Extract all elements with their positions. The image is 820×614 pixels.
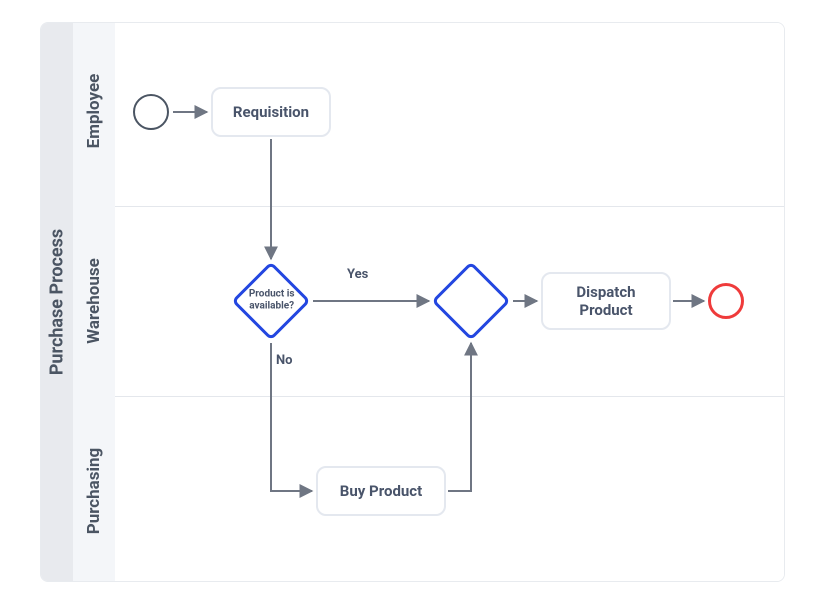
lane-divider [115, 206, 784, 207]
task-label: Dispatch Product [551, 283, 661, 319]
lane-label-purchasing: Purchasing [84, 448, 104, 535]
lane-label-warehouse: Warehouse [84, 258, 104, 344]
task-dispatch-product: Dispatch Product [541, 272, 671, 330]
pool-label-column: Purchase Process [41, 23, 73, 581]
edge-label-no: No [276, 353, 293, 368]
end-event [708, 283, 744, 319]
start-event [133, 94, 169, 130]
lane-label-column: Employee Warehouse Purchasing [73, 23, 115, 581]
task-label: Requisition [233, 103, 309, 121]
lane-label-employee: Employee [84, 74, 104, 149]
lane-divider [115, 396, 784, 397]
pool-title: Purchase Process [47, 229, 68, 375]
bpmn-diagram: Purchase Process Employee Warehouse Purc… [40, 22, 785, 582]
edge-label-yes: Yes [347, 267, 368, 282]
task-requisition: Requisition [211, 87, 331, 137]
task-label: Buy Product [340, 482, 422, 500]
task-buy-product: Buy Product [316, 466, 446, 516]
gateway-question: Product is available? [237, 288, 307, 312]
